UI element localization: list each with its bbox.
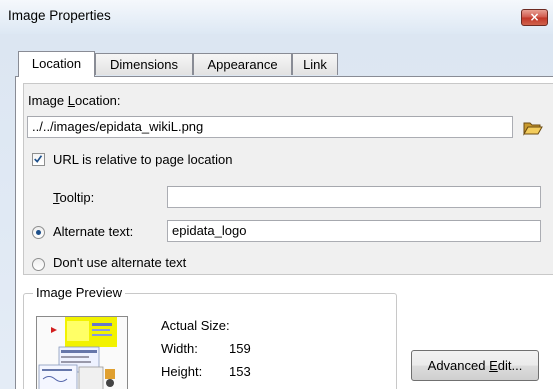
title-bar[interactable]: Image Properties × bbox=[0, 0, 553, 34]
checkmark-icon bbox=[34, 155, 43, 163]
close-button[interactable]: × bbox=[521, 9, 548, 26]
location-group bbox=[23, 83, 553, 275]
advanced-edit-accel: E bbox=[489, 358, 498, 373]
tab-link-label: Link bbox=[303, 57, 327, 72]
relative-url-label[interactable]: URL is relative to page location bbox=[53, 152, 232, 167]
advanced-edit-label: Advanced bbox=[427, 358, 490, 373]
advanced-edit-label-suffix: dit... bbox=[497, 358, 523, 373]
tab-dimensions[interactable]: Dimensions bbox=[95, 53, 193, 75]
alternate-text-input[interactable]: epidata_logo bbox=[167, 220, 541, 242]
image-location-input[interactable]: ../../images/epidata_wikiL.png bbox=[27, 116, 513, 138]
tooltip-input[interactable] bbox=[167, 186, 541, 208]
no-alternate-text-label[interactable]: Don't use alternate text bbox=[53, 255, 186, 270]
alternate-text-radio[interactable] bbox=[32, 226, 45, 239]
actual-size-label: Actual Size: bbox=[161, 318, 230, 333]
image-preview-legend: Image Preview bbox=[33, 285, 125, 300]
image-preview-thumbnail bbox=[36, 316, 128, 389]
close-icon: × bbox=[529, 10, 540, 24]
preview-image bbox=[38, 317, 117, 389]
image-location-label: Image Location: bbox=[28, 93, 121, 108]
tab-location-label: Location bbox=[31, 56, 82, 71]
tab-appearance[interactable]: Appearance bbox=[193, 53, 292, 75]
height-value: 153 bbox=[229, 364, 251, 379]
width-label: Width: bbox=[161, 341, 198, 356]
tooltip-label: Tooltip: bbox=[53, 190, 95, 205]
alternate-text-label[interactable]: Alternate text: bbox=[53, 224, 133, 239]
dialog-title: Image Properties bbox=[8, 8, 111, 23]
tab-link[interactable]: Link bbox=[292, 53, 338, 75]
advanced-edit-button[interactable]: Advanced Edit... bbox=[411, 350, 539, 381]
relative-url-checkbox[interactable] bbox=[32, 153, 45, 166]
tab-dimensions-label: Dimensions bbox=[110, 57, 178, 72]
folder-open-icon[interactable] bbox=[523, 120, 543, 136]
tab-location[interactable]: Location bbox=[18, 51, 95, 77]
image-properties-dialog: Image Properties × Location Dimensions A… bbox=[0, 0, 553, 389]
height-label: Height: bbox=[161, 364, 203, 379]
no-alternate-text-radio[interactable] bbox=[32, 258, 45, 271]
width-value: 159 bbox=[229, 341, 251, 356]
tab-appearance-label: Appearance bbox=[207, 57, 278, 72]
